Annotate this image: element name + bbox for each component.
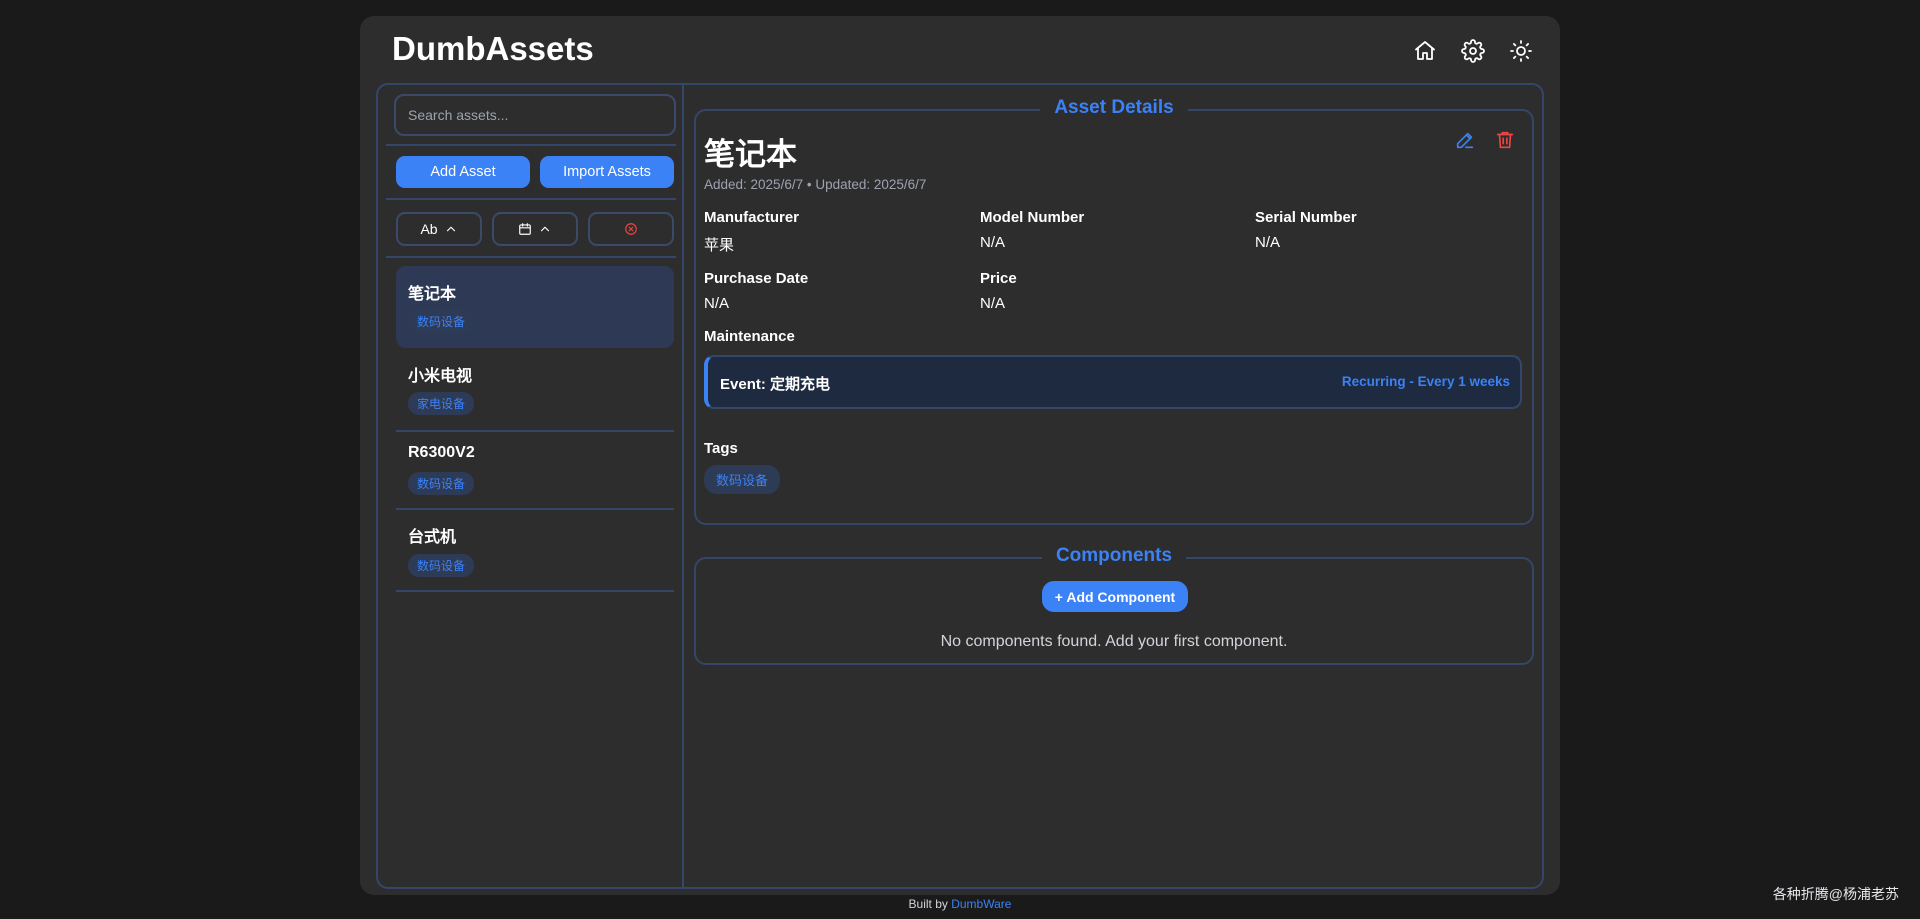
search-input[interactable] xyxy=(394,94,676,136)
chevron-up-icon xyxy=(446,226,455,232)
asset-meta: Added: 2025/6/7 • Updated: 2025/6/7 xyxy=(704,177,927,192)
header-actions xyxy=(1410,36,1536,66)
footer-link[interactable]: DumbWare xyxy=(951,897,1011,911)
model-number-label: Model Number xyxy=(980,209,1085,226)
components-section: Components + Add Component No components… xyxy=(694,545,1534,665)
asset-list-item[interactable]: 小米电视 家电设备 xyxy=(396,348,674,428)
chevron-up-icon xyxy=(540,226,550,232)
asset-name: 小米电视 xyxy=(408,368,473,385)
import-assets-button[interactable]: Import Assets xyxy=(540,156,674,188)
sun-icon[interactable] xyxy=(1506,36,1536,66)
add-asset-button[interactable]: Add Asset xyxy=(396,156,530,188)
asset-list-item[interactable]: 笔记本 数码设备 xyxy=(396,266,674,348)
section-title: Asset Details xyxy=(1040,97,1188,118)
section-title: Components xyxy=(1041,545,1187,566)
divider xyxy=(386,198,676,200)
purchase-date-value: N/A xyxy=(704,295,730,312)
asset-list-item[interactable]: 台式机 数码设备 xyxy=(396,510,674,590)
asset-details-section: Asset Details 笔记本 Added: 2025/6/7 • Upda… xyxy=(694,97,1534,525)
divider xyxy=(386,144,676,146)
edit-icon[interactable] xyxy=(1454,129,1478,153)
clear-sort-button[interactable] xyxy=(588,212,674,246)
price-label: Price xyxy=(980,270,1017,287)
maintenance-label: Maintenance xyxy=(704,328,795,345)
tags-label: Tags xyxy=(704,440,738,457)
asset-tag: 数码设备 xyxy=(408,554,475,577)
app-container: DumbAssets Add Asset Import Assets Ab xyxy=(360,16,1560,895)
model-number-value: N/A xyxy=(980,234,1006,251)
sort-by-date-button[interactable] xyxy=(492,212,578,246)
watermark: 各种折腾@杨浦老苏 xyxy=(1772,886,1899,902)
asset-title: 笔记本 xyxy=(704,137,797,172)
footer-text: Built by xyxy=(908,897,952,911)
calendar-icon xyxy=(519,223,531,235)
settings-icon[interactable] xyxy=(1458,36,1488,66)
empty-state-text: No components found. Add your first comp… xyxy=(940,633,1288,650)
add-component-button[interactable]: + Add Component xyxy=(1042,581,1188,612)
asset-name: R6300V2 xyxy=(408,444,475,461)
asset-list-item[interactable]: R6300V2 数码设备 xyxy=(396,432,674,508)
manufacturer-value: 苹果 xyxy=(704,237,735,254)
main-panel: Asset Details 笔记本 Added: 2025/6/7 • Upda… xyxy=(686,85,1542,887)
divider xyxy=(386,256,676,258)
divider xyxy=(396,590,674,592)
tag-list: 数码设备 xyxy=(704,465,781,494)
asset-tag: 数码设备 xyxy=(408,472,475,495)
app-title: DumbAssets xyxy=(392,30,594,67)
close-circle-icon xyxy=(625,223,637,235)
price-value: N/A xyxy=(980,295,1006,312)
purchase-date-label: Purchase Date xyxy=(704,270,809,287)
footer: Built by DumbWare xyxy=(0,897,1920,911)
serial-number-label: Serial Number xyxy=(1255,209,1357,226)
maintenance-event-card[interactable]: Event: 定期充电 Recurring - Every 1 weeks xyxy=(704,355,1522,409)
sort-by-name-button[interactable]: Ab xyxy=(396,212,482,246)
asset-tag: 数码设备 xyxy=(408,310,475,333)
asset-tag: 家电设备 xyxy=(408,392,475,415)
content-frame: Add Asset Import Assets Ab 笔记本 数码设备 小米电 xyxy=(376,83,1544,889)
sort-name-label: Ab xyxy=(420,221,438,237)
maintenance-recurrence: Recurring - Every 1 weeks xyxy=(1341,374,1510,389)
serial-number-value: N/A xyxy=(1255,234,1281,251)
manufacturer-label: Manufacturer xyxy=(704,209,800,226)
asset-name: 台式机 xyxy=(408,529,457,546)
home-icon[interactable] xyxy=(1410,36,1440,66)
sidebar: Add Asset Import Assets Ab 笔记本 数码设备 小米电 xyxy=(378,85,684,887)
asset-name: 笔记本 xyxy=(408,286,457,303)
delete-icon[interactable] xyxy=(1494,129,1518,153)
tag-chip: 数码设备 xyxy=(704,465,781,494)
maintenance-event: Event: 定期充电 xyxy=(720,376,831,393)
